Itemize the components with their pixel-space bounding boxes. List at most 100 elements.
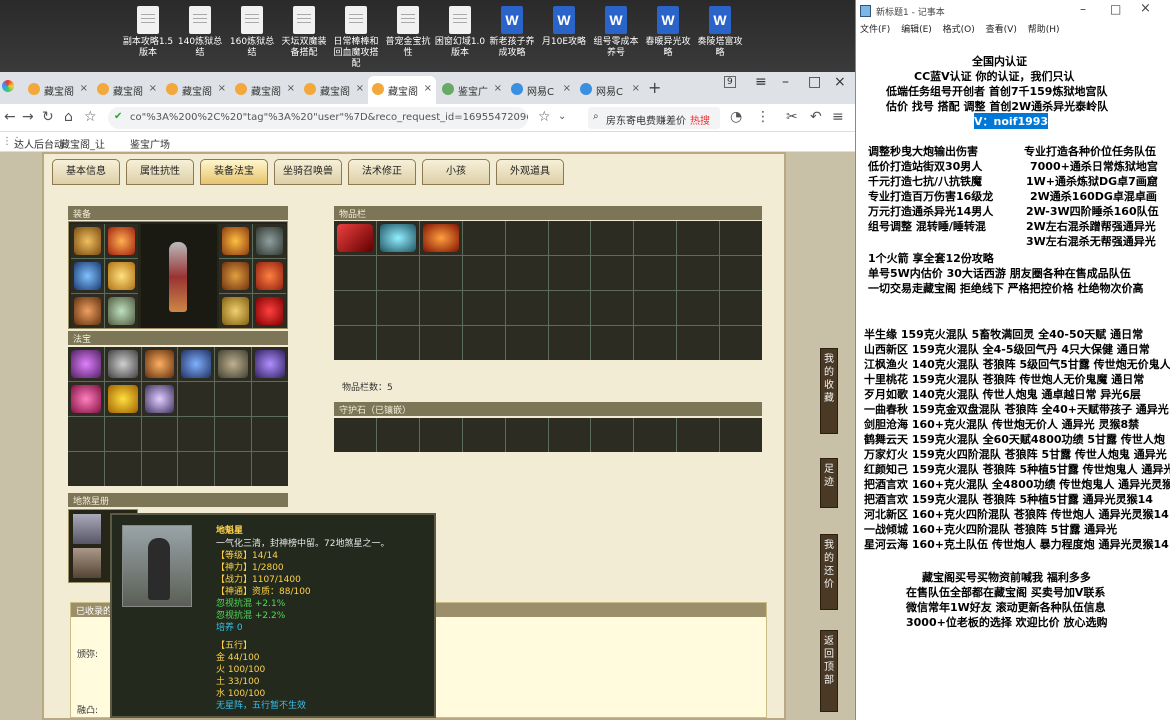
inventory-slot[interactable] (334, 221, 376, 255)
inventory-slot[interactable] (634, 221, 677, 255)
desktop-icon[interactable]: 普宠金宝抗性 (382, 6, 434, 59)
inventory-slot[interactable] (591, 291, 634, 325)
fabao-slot[interactable] (252, 347, 288, 381)
desktop-icon[interactable]: 140炼狱总结 (174, 6, 226, 59)
fabao-slot[interactable] (215, 347, 252, 381)
browser-tab[interactable]: 藏宝阁 × (24, 76, 92, 104)
equip-slot[interactable] (219, 224, 252, 258)
inventory-slot[interactable] (548, 326, 591, 360)
fabao-slot[interactable] (215, 417, 252, 451)
fabao-slot[interactable] (215, 382, 252, 416)
inventory-slot[interactable] (720, 291, 762, 325)
inventory-slot[interactable] (462, 256, 505, 290)
guardian-slot[interactable] (462, 418, 505, 452)
fabao-slot[interactable] (104, 347, 141, 381)
shield-icon[interactable]: ◔ (730, 109, 742, 125)
tab-mounts[interactable]: 坐骑召唤兽 (274, 159, 342, 185)
inventory-slot[interactable] (419, 291, 462, 325)
desktop-icon[interactable]: 副本攻略1.5版本 (122, 6, 174, 59)
inventory-slot[interactable] (505, 256, 548, 290)
inventory-slot[interactable] (591, 256, 634, 290)
tab-count-badge[interactable]: 9 (724, 76, 736, 88)
star-icon[interactable]: ☆ (538, 109, 551, 125)
inventory-slot[interactable] (334, 326, 376, 360)
inventory-slot[interactable] (462, 221, 505, 255)
equip-slot[interactable] (253, 224, 286, 258)
inventory-slot[interactable] (634, 291, 677, 325)
fabao-slot[interactable] (141, 417, 178, 451)
guardian-slot[interactable] (334, 418, 376, 452)
inventory-slot[interactable] (677, 256, 720, 290)
forward-arrow-icon[interactable]: → (22, 109, 34, 125)
tab-spells[interactable]: 法术修正 (348, 159, 416, 185)
star-portrait-icon[interactable] (73, 514, 101, 544)
menu-view[interactable]: 查看(V) (986, 25, 1017, 35)
fabao-slot[interactable] (68, 382, 104, 416)
fabao-slot[interactable] (178, 382, 215, 416)
equip-slot[interactable] (105, 259, 138, 293)
inventory-slot[interactable] (591, 221, 634, 255)
browser-tab-active[interactable]: 藏宝阁 × (368, 76, 436, 104)
guardian-slot[interactable] (720, 418, 762, 452)
desktop-icon[interactable]: W 月10E攻略 (538, 6, 590, 48)
desktop-icon[interactable]: W 新老孩子养成攻略 (486, 6, 538, 59)
star-icon[interactable]: ☆ (84, 109, 97, 125)
inventory-slot[interactable] (376, 291, 419, 325)
inventory-slot[interactable] (548, 221, 591, 255)
grid-icon[interactable]: ⋮ (756, 109, 770, 125)
equip-slot[interactable] (71, 294, 104, 328)
menu-file[interactable]: 文件(F) (860, 25, 890, 35)
inventory-slot[interactable] (376, 221, 419, 255)
inventory-slot[interactable] (505, 221, 548, 255)
guardian-slot[interactable] (634, 418, 677, 452)
desktop-icon[interactable]: W 奏陵塔富攻略 (694, 6, 746, 59)
fabao-slot[interactable] (141, 382, 178, 416)
inventory-slot[interactable] (505, 326, 548, 360)
search-input[interactable]: ⌕ 房东寄电费赚差价 热搜 (588, 107, 720, 129)
minimize-icon[interactable]: – (1080, 2, 1086, 16)
fabao-slot[interactable] (178, 417, 215, 451)
inventory-slot[interactable] (677, 221, 720, 255)
close-icon[interactable]: × (632, 83, 640, 94)
menu-edit[interactable]: 编辑(E) (901, 25, 932, 35)
equip-slot[interactable] (219, 294, 252, 328)
fabao-slot[interactable] (104, 417, 141, 451)
close-icon[interactable]: × (218, 83, 226, 94)
equip-slot[interactable] (105, 224, 138, 258)
bookmark-item[interactable]: 鉴宝广场 (130, 136, 170, 151)
inventory-slot[interactable] (634, 256, 677, 290)
browser-tab[interactable]: 藏宝阁 × (231, 76, 299, 104)
inventory-slot[interactable] (419, 221, 462, 255)
inventory-slot[interactable] (334, 256, 376, 290)
inventory-slot[interactable] (720, 326, 762, 360)
scissors-icon[interactable]: ✂ (786, 109, 798, 125)
guardian-slot[interactable] (419, 418, 462, 452)
fabao-slot[interactable] (252, 417, 288, 451)
my-offers-button[interactable]: 我的还价 (820, 534, 838, 610)
home-icon[interactable]: ⌂ (64, 109, 73, 125)
close-icon[interactable]: × (494, 83, 502, 94)
fabao-slot[interactable] (178, 452, 215, 486)
star-portrait-icon[interactable] (73, 548, 101, 578)
maximize-icon[interactable]: □ (808, 74, 821, 90)
close-icon[interactable]: × (149, 83, 157, 94)
equip-slot[interactable] (71, 224, 104, 258)
tab-appearance[interactable]: 外观道具 (496, 159, 564, 185)
bookmark-item[interactable]: 藏宝阁_让 (60, 136, 105, 151)
browser-tab[interactable]: 藏宝阁 × (162, 76, 230, 104)
inventory-slot[interactable] (548, 256, 591, 290)
equip-slot[interactable] (253, 259, 286, 293)
fabao-slot[interactable] (178, 347, 215, 381)
history-button[interactable]: 足迹 (820, 458, 838, 508)
notepad-text-area[interactable]: 全国内认证 CC蓝V认证 你的认证，我们只认 低端任务组号开创者 首创7千159… (856, 36, 1170, 720)
close-icon[interactable]: × (563, 83, 571, 94)
fabao-slot[interactable] (215, 452, 252, 486)
desktop-icon[interactable]: 日常棒棒和回血魔攻搭配 (330, 6, 382, 70)
guardian-slot[interactable] (505, 418, 548, 452)
close-icon[interactable]: × (287, 83, 295, 94)
fabao-slot[interactable] (68, 347, 104, 381)
reload-icon[interactable]: ↻ (42, 109, 54, 125)
tab-equipment[interactable]: 装备法宝 (200, 159, 268, 185)
fabao-slot[interactable] (104, 382, 141, 416)
fabao-slot[interactable] (141, 452, 178, 486)
